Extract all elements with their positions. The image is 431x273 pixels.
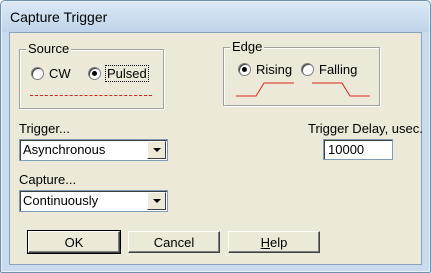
chevron-down-icon [152, 199, 161, 203]
edge-groupbox-legend: Edge [230, 39, 265, 54]
pulsed-waveform-dashed-line [30, 95, 152, 96]
capture-label: Capture... [19, 172, 77, 187]
edge-falling-radio[interactable]: Falling [301, 62, 357, 77]
window-title: Capture Trigger [10, 9, 108, 25]
edge-falling-label: Falling [319, 62, 358, 77]
help-accelerator: H [260, 234, 271, 250]
capture-combobox-value: Continuously [23, 193, 99, 208]
source-groupbox-legend: Source [26, 41, 72, 56]
source-cw-radio[interactable]: CW [31, 66, 71, 81]
trigger-dropdown-button[interactable] [147, 141, 166, 159]
rising-edge-waveform-icon [236, 82, 294, 97]
falling-edge-waveform-icon [312, 82, 370, 97]
source-pulsed-radio[interactable]: Pulsed [88, 65, 149, 82]
capture-combobox[interactable]: Continuously [19, 190, 168, 212]
ok-button[interactable]: OK [27, 230, 121, 254]
chevron-down-icon [152, 148, 161, 152]
cancel-button-label: Cancel [153, 234, 195, 250]
help-button[interactable]: Help [228, 231, 320, 253]
edge-groupbox: Edge Rising Falling [223, 39, 380, 106]
edge-rising-radio[interactable]: Rising [238, 62, 292, 77]
radio-unchecked-icon [31, 67, 44, 80]
capture-dropdown-button[interactable] [147, 192, 166, 210]
edge-rising-label: Rising [256, 62, 293, 77]
help-label-rest: elp [270, 234, 288, 250]
capture-trigger-window: Capture Trigger Source CW Pulsed Edge Ri… [0, 0, 431, 273]
ok-button-label: OK [64, 234, 84, 250]
help-button-label: Help [261, 235, 288, 250]
source-pulsed-label: Pulsed [105, 65, 149, 82]
source-groupbox: Source CW Pulsed [19, 41, 164, 109]
title-bar[interactable]: Capture Trigger [2, 2, 429, 32]
trigger-delay-label: Trigger Delay, usec. [308, 121, 423, 136]
trigger-delay-value: 10000 [328, 142, 365, 157]
radio-checked-icon [88, 67, 101, 80]
trigger-combobox[interactable]: Asynchronous [19, 139, 168, 161]
source-cw-label: CW [49, 66, 71, 81]
trigger-label: Trigger... [19, 121, 70, 136]
trigger-combobox-value: Asynchronous [23, 142, 106, 157]
radio-unchecked-icon [301, 63, 314, 76]
cancel-button[interactable]: Cancel [128, 231, 220, 253]
trigger-delay-input[interactable]: 10000 [323, 139, 393, 160]
radio-checked-icon [238, 63, 251, 76]
dialog-client-area: Source CW Pulsed Edge Rising Falling Tri… [9, 32, 423, 265]
